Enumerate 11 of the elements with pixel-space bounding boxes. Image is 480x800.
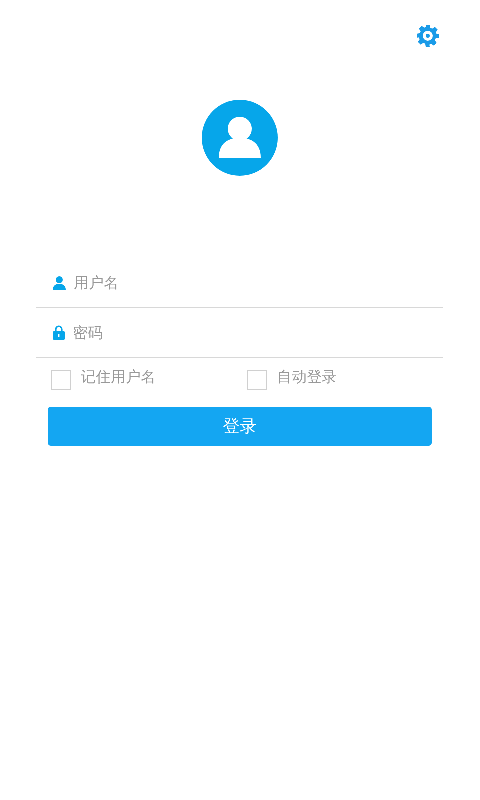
username-field[interactable]: 用户名 (74, 270, 443, 294)
checkbox-label: 记住用户名 (81, 368, 156, 386)
checkbox-label: 自动登录 (277, 368, 337, 386)
checkbox[interactable] (51, 370, 71, 390)
settings-icon[interactable] (416, 24, 440, 48)
avatar-icon (202, 100, 278, 176)
user-icon (53, 276, 66, 290)
login-button[interactable]: 登录 (48, 407, 432, 446)
lock-icon (53, 325, 65, 340)
password-field[interactable]: 密码 (73, 320, 443, 344)
checkbox[interactable] (247, 370, 267, 390)
